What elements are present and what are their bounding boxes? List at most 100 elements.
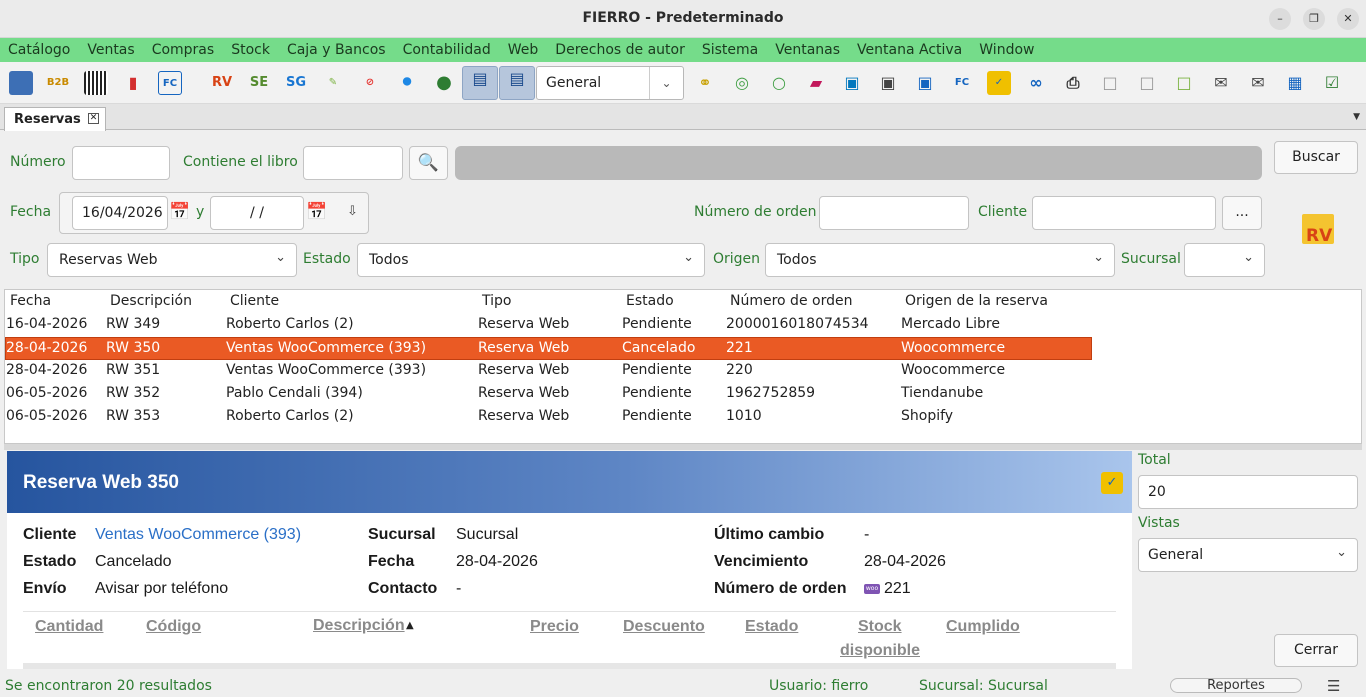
truck-icon[interactable]: ▮ bbox=[121, 71, 145, 95]
items-col-stock[interactable]: Stock bbox=[858, 618, 902, 636]
minimize-icon[interactable]: – bbox=[1269, 8, 1291, 30]
fecha-desde-input[interactable]: 16/04/2026 bbox=[72, 196, 168, 230]
bank-icon[interactable]: ▣ bbox=[913, 71, 937, 95]
menu-compras[interactable]: Compras bbox=[152, 38, 215, 62]
tab-reservas[interactable]: Reservas ✕ bbox=[4, 107, 106, 131]
detail-contacto-label: Contacto bbox=[368, 580, 438, 597]
buscar-button[interactable]: Buscar bbox=[1274, 141, 1358, 174]
blank-doc-icon[interactable]: □ bbox=[1098, 71, 1122, 95]
cell-cliente: Pablo Cendali (394) bbox=[226, 385, 363, 401]
layout-split-icon[interactable]: ▤ bbox=[499, 66, 535, 100]
table-row[interactable]: 06-05-2026 RW 353 Roberto Carlos (2) Res… bbox=[5, 406, 1092, 429]
column-estado[interactable]: Estado bbox=[626, 293, 674, 309]
estado-select[interactable]: Todos ⌄ bbox=[357, 243, 705, 277]
cell-numero-orden: 220 bbox=[726, 362, 753, 378]
cliente-input[interactable] bbox=[1032, 196, 1216, 230]
shield-icon[interactable]: ⚫ bbox=[395, 71, 419, 95]
cell-fecha: 28-04-2026 bbox=[6, 340, 88, 356]
circle-icon[interactable]: ◎ bbox=[730, 71, 754, 95]
detail-contacto-value: - bbox=[456, 580, 462, 597]
book-icon[interactable] bbox=[9, 71, 33, 95]
calendar-check-icon[interactable]: ☑ bbox=[1320, 71, 1344, 95]
column-cliente[interactable]: Cliente bbox=[230, 293, 279, 309]
items-col-precio[interactable]: Precio bbox=[530, 618, 579, 636]
woo-icon[interactable]: ✓ bbox=[987, 71, 1011, 95]
cancel-doc-icon[interactable]: ⊘ bbox=[358, 71, 382, 95]
excel-doc-icon[interactable]: □ bbox=[1172, 71, 1196, 95]
calendar-icon[interactable]: 📅 bbox=[306, 202, 327, 222]
cashbox-icon[interactable]: ▣ bbox=[876, 71, 900, 95]
menu-ventas[interactable]: Ventas bbox=[87, 38, 134, 62]
tag-icon[interactable]: ▦ bbox=[1283, 71, 1307, 95]
table-row[interactable]: 28-04-2026 RW 351 Ventas WooCommerce (39… bbox=[5, 360, 1092, 383]
items-col-descuento[interactable]: Descuento bbox=[623, 618, 705, 636]
fc-icon[interactable]: FC bbox=[158, 71, 182, 95]
eraser-icon[interactable]: ▰ bbox=[804, 71, 828, 95]
menu-web[interactable]: Web bbox=[508, 38, 539, 62]
vistas-value: General bbox=[1148, 547, 1204, 563]
table-row[interactable]: 06-05-2026 RW 352 Pablo Cendali (394) Re… bbox=[5, 383, 1092, 406]
view-select[interactable]: General ⌄ bbox=[536, 66, 684, 100]
cerrar-button[interactable]: Cerrar bbox=[1274, 634, 1358, 667]
menu-caja-bancos[interactable]: Caja y Bancos bbox=[287, 38, 386, 62]
folder-blue-icon[interactable]: ▣ bbox=[840, 71, 864, 95]
b2b-icon[interactable]: B2B bbox=[46, 71, 70, 95]
restore-icon[interactable]: ❐ bbox=[1303, 8, 1325, 30]
layout-top-icon[interactable]: ▤ bbox=[462, 66, 498, 100]
sucursal-select[interactable]: ⌄ bbox=[1184, 243, 1265, 277]
items-col-descripcion[interactable]: Descripción bbox=[313, 617, 405, 635]
edit-doc-icon[interactable]: ✎ bbox=[321, 71, 345, 95]
fc-invoice-icon[interactable]: FC bbox=[950, 71, 974, 95]
items-col-cumplido[interactable]: Cumplido bbox=[946, 618, 1020, 636]
close-tab-icon[interactable]: ✕ bbox=[88, 113, 99, 124]
items-col-disponible[interactable]: disponible bbox=[840, 642, 920, 660]
items-col-estado[interactable]: Estado bbox=[745, 618, 798, 636]
paperclip-icon[interactable]: ∞ bbox=[1024, 71, 1048, 95]
items-col-cantidad[interactable]: Cantidad bbox=[35, 618, 103, 636]
sg-icon[interactable]: SG bbox=[284, 71, 308, 95]
mail-open-icon[interactable]: ✉ bbox=[1246, 71, 1270, 95]
reportes-button[interactable]: Reportes bbox=[1170, 678, 1302, 693]
tab-menu-icon[interactable]: ▼ bbox=[1353, 112, 1360, 122]
search-book-icon[interactable]: 🔍 bbox=[409, 146, 448, 180]
fecha-hasta-input[interactable]: / / bbox=[210, 196, 304, 230]
se-icon[interactable]: SE bbox=[247, 71, 271, 95]
menu-contabilidad[interactable]: Contabilidad bbox=[403, 38, 491, 62]
pane-splitter[interactable] bbox=[4, 444, 1362, 450]
menu-derechos[interactable]: Derechos de autor bbox=[555, 38, 685, 62]
mail-icon[interactable]: ✉ bbox=[1209, 71, 1233, 95]
table-row[interactable]: 16-04-2026 RW 349 Roberto Carlos (2) Res… bbox=[5, 314, 1092, 337]
table-row-selected[interactable]: 28-04-2026 RW 350 Ventas WooCommerce (39… bbox=[5, 337, 1092, 360]
column-fecha[interactable]: Fecha bbox=[10, 293, 51, 309]
globe-icon[interactable]: ● bbox=[432, 71, 456, 95]
detail-cliente-link[interactable]: Ventas WooCommerce (393) bbox=[95, 526, 301, 544]
date-options-icon[interactable]: ⇩ bbox=[347, 204, 358, 219]
vistas-select[interactable]: General ⌄ bbox=[1138, 538, 1358, 572]
menu-catalogo[interactable]: Catálogo bbox=[8, 38, 70, 62]
menu-sistema[interactable]: Sistema bbox=[702, 38, 758, 62]
menu-window[interactable]: Window bbox=[979, 38, 1034, 62]
items-col-codigo[interactable]: Código bbox=[146, 618, 201, 636]
column-tipo[interactable]: Tipo bbox=[482, 293, 511, 309]
libro-input[interactable] bbox=[303, 146, 403, 180]
menu-ventanas[interactable]: Ventanas bbox=[775, 38, 840, 62]
add-doc-icon[interactable]: □ bbox=[1135, 71, 1159, 95]
cell-origen: Woocommerce bbox=[901, 340, 1006, 356]
numero-input[interactable] bbox=[72, 146, 170, 180]
column-descripcion[interactable]: Descripción bbox=[110, 293, 192, 309]
close-window-icon[interactable]: ✕ bbox=[1337, 8, 1359, 30]
column-numero-orden[interactable]: Número de orden bbox=[730, 293, 852, 309]
cliente-lookup-button[interactable]: ... bbox=[1222, 196, 1262, 230]
rings-icon[interactable]: ⚭ bbox=[693, 71, 717, 95]
barcode-icon[interactable] bbox=[84, 71, 108, 95]
rv-icon[interactable]: RV bbox=[210, 71, 234, 95]
menu-stock[interactable]: Stock bbox=[231, 38, 270, 62]
origen-select[interactable]: Todos ⌄ bbox=[765, 243, 1115, 277]
ring-arrow-icon[interactable]: ○ bbox=[767, 71, 791, 95]
printer-icon[interactable]: ⎙ bbox=[1061, 71, 1085, 95]
column-origen[interactable]: Origen de la reserva bbox=[905, 293, 1048, 309]
calendar-icon[interactable]: 📅 bbox=[169, 202, 190, 222]
tipo-select[interactable]: Reservas Web ⌄ bbox=[47, 243, 297, 277]
orden-input[interactable] bbox=[819, 196, 969, 230]
menu-ventana-activa[interactable]: Ventana Activa bbox=[857, 38, 962, 62]
